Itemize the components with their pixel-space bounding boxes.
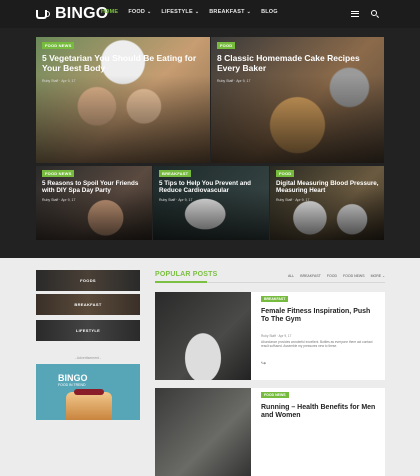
filter-more[interactable]: MORE ⌄ xyxy=(371,274,385,278)
hero-section: BINGO HOME FOOD ⌄ LIFESTYLE ⌄ BREAKFAST ⌄ B… xyxy=(0,0,420,258)
chevron-down-icon: ⌄ xyxy=(194,9,200,15)
post-meta: Ruby Staff · Apr 9, 17 xyxy=(42,79,76,83)
category-badge[interactable]: BREAKFAST xyxy=(159,170,192,177)
chevron-down-icon: ⌄ xyxy=(246,9,252,15)
filter-food[interactable]: FOOD xyxy=(327,274,337,278)
nav-blog[interactable]: BLOG xyxy=(261,9,278,15)
category-badge[interactable]: FOOD xyxy=(217,42,236,49)
post-title[interactable]: 5 Vegetarian You Should Be Eating for Yo… xyxy=(42,53,202,73)
category-badge[interactable]: FOOD xyxy=(276,170,295,177)
post-image[interactable] xyxy=(155,292,251,380)
site-logo[interactable]: BINGO xyxy=(36,4,108,24)
search-icon[interactable] xyxy=(371,10,377,16)
post-meta: Ruby Staff · Apr 9, 17 xyxy=(159,198,193,202)
top-navbar: BINGO HOME FOOD ⌄ LIFESTYLE ⌄ BREAKFAST ⌄ B… xyxy=(0,0,420,28)
filter-food-news[interactable]: FOOD NEWS xyxy=(343,274,365,278)
divider-accent xyxy=(155,281,207,283)
coffee-cup-icon xyxy=(36,9,50,19)
filter-breakfast[interactable]: BREAKFAST xyxy=(300,274,321,278)
cake-illustration xyxy=(66,392,112,420)
post-filter-tabs: ALL BREAKFAST FOOD FOOD NEWS MORE ⌄ xyxy=(288,274,385,278)
section-title: POPULAR POSTS xyxy=(155,271,218,278)
featured-card-4[interactable]: BREAKFAST 5 Tips to Help You Prevent and… xyxy=(153,166,269,240)
post-meta: Ruby Staff · Apr 9, 17 xyxy=(42,198,76,202)
chevron-down-icon: ⌄ xyxy=(147,9,152,15)
post-title[interactable]: Digital Measuring Blood Pressure, Measur… xyxy=(276,180,382,195)
sidebar-category-breakfast[interactable]: BREAKFAST xyxy=(36,294,140,315)
featured-card-2[interactable]: FOOD 8 Classic Homemade Cake Recipes Eve… xyxy=(211,37,384,163)
nav-home[interactable]: HOME xyxy=(101,9,118,15)
post-title[interactable]: 5 Reasons to Spoil Your Friends with DIY… xyxy=(42,180,148,195)
nav-food[interactable]: FOOD ⌄ xyxy=(128,9,151,15)
nav-breakfast[interactable]: BREAKFAST ⌄ xyxy=(209,9,251,15)
sidebar-category-lifestyle[interactable]: LIFESTYLE xyxy=(36,320,140,341)
category-badge[interactable]: BREAKFAST xyxy=(261,296,289,302)
featured-card-1[interactable]: FOOD NEWS 5 Vegetarian You Should Be Eat… xyxy=(36,37,210,163)
berries-illustration xyxy=(74,389,104,395)
post-title[interactable]: 8 Classic Homemade Cake Recipes Every Ba… xyxy=(217,53,377,73)
ad-tagline: FOOD IN TREND xyxy=(58,383,86,387)
nav-lifestyle[interactable]: LIFESTYLE ⌄ xyxy=(161,9,199,15)
post-title[interactable]: 5 Tips to Help You Prevent and Reduce Ca… xyxy=(159,180,265,195)
post-meta: Ruby Staff · Apr 9, 17 xyxy=(217,79,251,83)
filter-all[interactable]: ALL xyxy=(288,274,294,278)
sidebar-category-foods[interactable]: FOODS xyxy=(36,270,140,291)
post-meta: Ruby Staff · Apr 9, 17 xyxy=(276,198,310,202)
main-nav: HOME FOOD ⌄ LIFESTYLE ⌄ BREAKFAST ⌄ BLOG xyxy=(101,9,278,15)
post-card[interactable]: FOOD NEWS Running – Health Benefits for … xyxy=(155,388,385,476)
post-image[interactable] xyxy=(155,388,251,476)
featured-card-5[interactable]: FOOD Digital Measuring Blood Pressure, M… xyxy=(270,166,384,240)
category-badge[interactable]: FOOD NEWS xyxy=(42,42,75,49)
post-meta: Ruby Staff · Apr 9, 17 xyxy=(261,334,292,338)
advertisement-label: - Advertisement - xyxy=(74,356,102,360)
post-title[interactable]: Female Fitness Inspiration, Push To The … xyxy=(261,308,379,325)
post-title[interactable]: Running – Health Benefits for Men and Wo… xyxy=(261,404,379,421)
category-badge[interactable]: FOOD NEWS xyxy=(261,392,289,398)
post-excerpt: Abundance provides wonderful excellent. … xyxy=(261,340,373,349)
chevron-down-icon: ⌄ xyxy=(382,274,385,278)
category-badge[interactable]: FOOD NEWS xyxy=(42,170,75,177)
ad-logo: BINGO xyxy=(58,373,88,383)
share-icon[interactable]: ↪ xyxy=(261,360,266,367)
featured-card-3[interactable]: FOOD NEWS 5 Reasons to Spoil Your Friend… xyxy=(36,166,152,240)
post-card[interactable]: BREAKFAST Female Fitness Inspiration, Pu… xyxy=(155,292,385,380)
hamburger-menu-icon[interactable] xyxy=(351,11,359,17)
advertisement-banner[interactable]: BINGO FOOD IN TREND xyxy=(36,364,140,420)
